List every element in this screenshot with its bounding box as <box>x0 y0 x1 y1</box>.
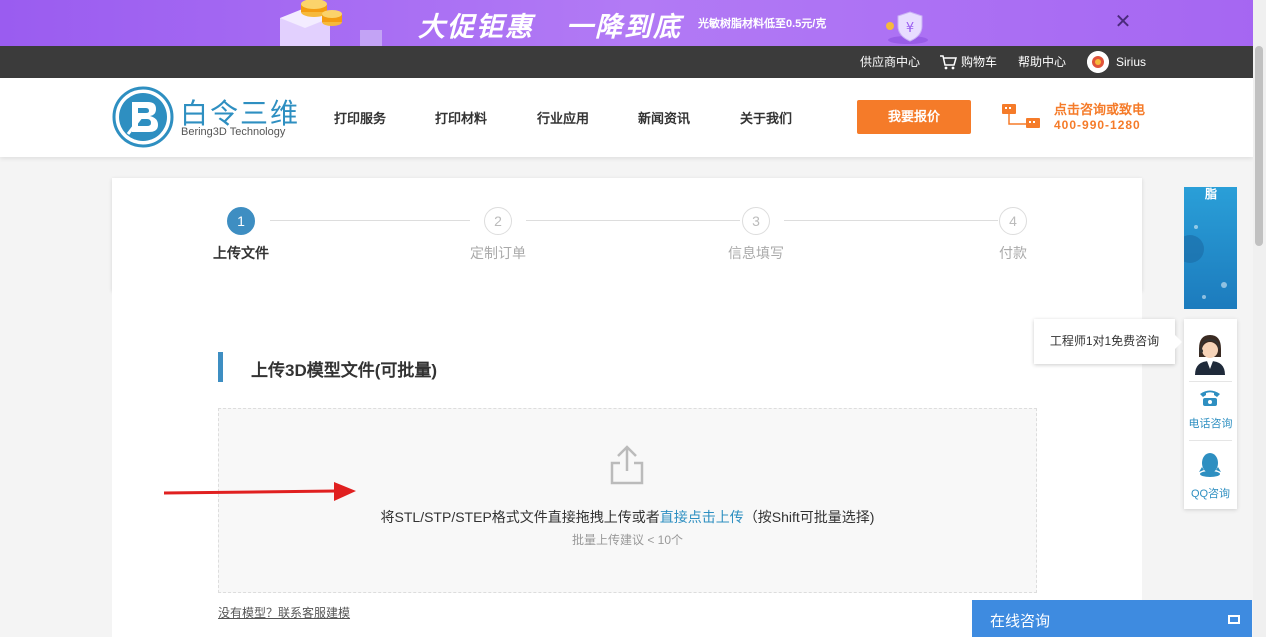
red-arrow-icon <box>164 482 356 501</box>
promo-banner[interactable]: 大促钜惠 一降到底 光敏树脂材料低至0.5元/克 ¥ ✕ <box>0 0 1266 46</box>
side-service-panel: 电话咨询 QQ咨询 <box>1184 319 1237 509</box>
nav-print-material[interactable]: 打印材料 <box>435 108 487 127</box>
online-chat-label[interactable]: 在线咨询 <box>990 610 1050 631</box>
qq-icon[interactable] <box>1199 452 1221 478</box>
page-scrollbar[interactable] <box>1253 46 1266 637</box>
upload-instructions-prefix: 将STL/STP/STEP格式文件直接拖拽上传或者 <box>380 509 660 525</box>
no-model-link[interactable]: 没有模型？联系客服建模 <box>218 604 350 621</box>
phone-consult-label[interactable]: 电话咨询 <box>1184 415 1237 431</box>
logo-subtitle: Bering3D Technology <box>181 126 286 138</box>
order-steps: 1 上传文件 2 定制订单 3 信息填写 4 付款 <box>112 178 1142 291</box>
step-1-circle: 1 <box>227 207 255 235</box>
cart-icon[interactable] <box>939 54 957 70</box>
cart-link[interactable]: 购物车 <box>961 46 997 78</box>
step-3-label: 信息填写 <box>728 245 784 261</box>
step-4-circle: 4 <box>999 207 1027 235</box>
contact-title[interactable]: 点击咨询或致电 <box>1054 99 1145 118</box>
username[interactable]: Sirius <box>1116 46 1146 78</box>
upload-icon[interactable] <box>608 443 646 485</box>
banner-subtext: 光敏树脂材料低至0.5元/克 <box>698 18 827 30</box>
step-line-1 <box>270 220 470 221</box>
quote-button[interactable]: 我要报价 <box>857 100 971 134</box>
step-line-3 <box>784 220 998 221</box>
step-4-label: 付款 <box>999 245 1027 261</box>
shield-icon: ¥ <box>886 11 928 44</box>
nav-print-service[interactable]: 打印服务 <box>334 108 386 127</box>
customer-service-agent-icon[interactable] <box>1191 329 1229 375</box>
nav-industry[interactable]: 行业应用 <box>537 108 589 127</box>
nav-about[interactable]: 关于我们 <box>740 108 792 127</box>
logo-icon[interactable] <box>112 86 174 148</box>
banner-close-icon[interactable]: ✕ <box>1112 11 1134 33</box>
step-1-label: 上传文件 <box>213 245 269 261</box>
click-upload-link[interactable]: 直接点击上传 <box>660 509 744 525</box>
side-ad-text: 脂 <box>1205 187 1218 201</box>
scrollbar-thumb[interactable] <box>1255 46 1263 246</box>
qq-consult-label[interactable]: QQ咨询 <box>1184 485 1237 501</box>
chat-minimize-icon[interactable] <box>1228 615 1240 624</box>
side-divider-2 <box>1189 440 1232 441</box>
banner-headline-2: 一降到底 <box>566 12 682 43</box>
avatar-image <box>1087 51 1109 73</box>
side-ad-banner[interactable]: 脂 <box>1184 187 1237 309</box>
batch-hint: 批量上传建议 < 10个 <box>571 533 684 547</box>
main-header: 白令三维 Bering3D Technology 打印服务 打印材料 行业应用 … <box>0 78 1253 157</box>
supplier-center-link[interactable]: 供应商中心 <box>860 46 920 78</box>
step-2-label: 定制订单 <box>470 245 526 261</box>
contact-phone[interactable]: 400-990-1280 <box>1054 118 1141 132</box>
service-phone-icon[interactable] <box>1000 100 1044 132</box>
avatar[interactable] <box>1087 51 1109 73</box>
scrollbar-top <box>1253 0 1266 46</box>
telephone-icon[interactable] <box>1199 387 1221 407</box>
banner-headline-1: 大促钜惠 <box>418 12 534 43</box>
online-chat-bar[interactable]: 在线咨询 <box>972 600 1252 637</box>
top-bar: 供应商中心 购物车 帮助中心 Sirius <box>0 46 1253 78</box>
section-accent-bar <box>218 352 223 382</box>
step-2-circle: 2 <box>484 207 512 235</box>
upload-card: 上传3D模型文件(可批量) 将STL/STP/STEP格式文件直接拖拽上传或者直… <box>112 291 1142 637</box>
upload-instructions: 将STL/STP/STEP格式文件直接拖拽上传或者直接点击上传（按Shift可批… <box>219 507 1036 527</box>
nav-news[interactable]: 新闻资讯 <box>638 108 690 127</box>
side-ad-graphic <box>1184 225 1227 299</box>
side-divider-1 <box>1189 381 1232 382</box>
help-center-link[interactable]: 帮助中心 <box>1018 46 1066 78</box>
consult-tooltip: 工程师1对1免费咨询 <box>1034 319 1182 364</box>
shield-glyph: ¥ <box>906 21 914 36</box>
step-3-circle: 3 <box>742 207 770 235</box>
coins-icon <box>280 0 382 46</box>
step-line-2 <box>526 220 740 221</box>
upload-instructions-suffix: （按Shift可批量选择) <box>743 509 875 525</box>
section-title: 上传3D模型文件(可批量) <box>251 361 438 380</box>
